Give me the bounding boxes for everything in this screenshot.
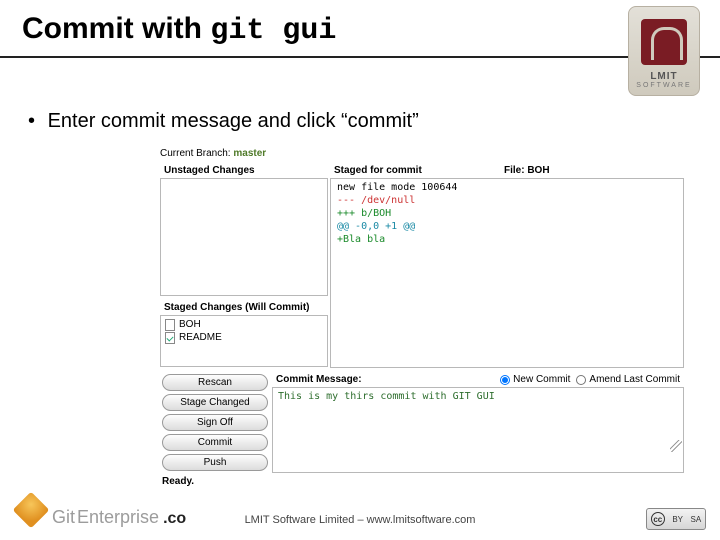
amend-commit-radio-input[interactable]: [576, 375, 586, 385]
new-commit-radio-input[interactable]: [500, 375, 510, 385]
diff-line-hunk: @@ -0,0 +1 @@: [337, 220, 677, 233]
staged-changes-pane[interactable]: BOH README: [160, 315, 328, 367]
rescan-button[interactable]: Rescan: [162, 374, 268, 391]
unstaged-changes-pane[interactable]: [160, 178, 328, 296]
brand-subtitle: SOFTWARE: [636, 82, 691, 89]
file-icon: [165, 332, 175, 344]
bullet-text: Enter commit message and click “commit”: [48, 110, 419, 132]
staged-file-row[interactable]: README: [165, 331, 323, 344]
resize-grip-icon[interactable]: [670, 440, 682, 452]
diff-line-added: +Bla bla: [337, 233, 677, 246]
file-icon: [165, 319, 175, 331]
sign-off-button[interactable]: Sign Off: [162, 414, 268, 431]
commit-button[interactable]: Commit: [162, 434, 268, 451]
cc-license-badge: cc BY SA: [646, 508, 706, 530]
brand-logo-icon: [641, 19, 687, 65]
sign-off-button-label: Sign Off: [197, 417, 233, 428]
diff-header-right: File: BOH: [500, 163, 684, 178]
diff-line-added-file: +++ b/BOH: [337, 207, 677, 220]
amend-commit-radio[interactable]: Amend Last Commit: [576, 374, 680, 385]
staged-file-name: BOH: [179, 318, 201, 331]
rescan-button-label: Rescan: [198, 377, 232, 388]
slide-title-prefix: Commit with: [22, 12, 210, 45]
brand-name: LMIT: [650, 71, 677, 82]
cc-icon: cc: [651, 512, 665, 526]
new-commit-radio-label: New Commit: [513, 374, 570, 385]
staged-file-name: README: [179, 331, 222, 344]
branch-name: master: [233, 148, 266, 159]
push-button[interactable]: Push: [162, 454, 268, 471]
diff-header-left: Staged for commit: [330, 163, 500, 178]
git-gui-screenshot: Current Branch: master Unstaged Changes …: [160, 148, 684, 478]
staged-file-row[interactable]: BOH: [165, 318, 323, 331]
status-bar: Ready.: [160, 473, 684, 490]
push-button-label: Push: [204, 457, 227, 468]
staged-label: Staged Changes (Will Commit): [160, 300, 328, 315]
bullet-dot: •: [28, 110, 42, 133]
amend-commit-radio-label: Amend Last Commit: [589, 374, 680, 385]
footer-attribution: LMIT Software Limited – www.lmitsoftware…: [0, 514, 720, 526]
unstaged-label: Unstaged Changes: [160, 163, 328, 178]
commit-message-input[interactable]: [272, 387, 684, 473]
commit-message-header: Commit Message: New Commit Amend Last Co…: [272, 372, 684, 387]
diff-line-mode: new file mode 100644: [337, 181, 677, 194]
title-divider: [0, 56, 720, 58]
branch-label: Current Branch:: [160, 148, 231, 159]
stage-changed-button-label: Stage Changed: [180, 397, 250, 408]
bullet-line: • Enter commit message and click “commit…: [28, 110, 419, 133]
diff-line-removed: --- /dev/null: [337, 194, 677, 207]
diff-pane[interactable]: new file mode 100644 --- /dev/null +++ b…: [330, 178, 684, 368]
action-button-stack: Rescan Stage Changed Sign Off Commit Pus…: [160, 372, 270, 473]
cc-by-label: BY: [672, 515, 683, 524]
stage-changed-button[interactable]: Stage Changed: [162, 394, 268, 411]
new-commit-radio[interactable]: New Commit: [500, 374, 570, 385]
brand-logo: LMIT SOFTWARE: [628, 6, 700, 96]
branch-indicator: Current Branch: master: [160, 148, 684, 159]
cc-sa-label: SA: [691, 515, 702, 524]
slide-title-code: git gui: [210, 14, 336, 48]
diff-header: Staged for commit File: BOH: [330, 163, 684, 178]
commit-button-label: Commit: [198, 437, 232, 448]
slide-title: Commit with git gui: [22, 12, 336, 48]
commit-message-label: Commit Message:: [276, 374, 362, 385]
